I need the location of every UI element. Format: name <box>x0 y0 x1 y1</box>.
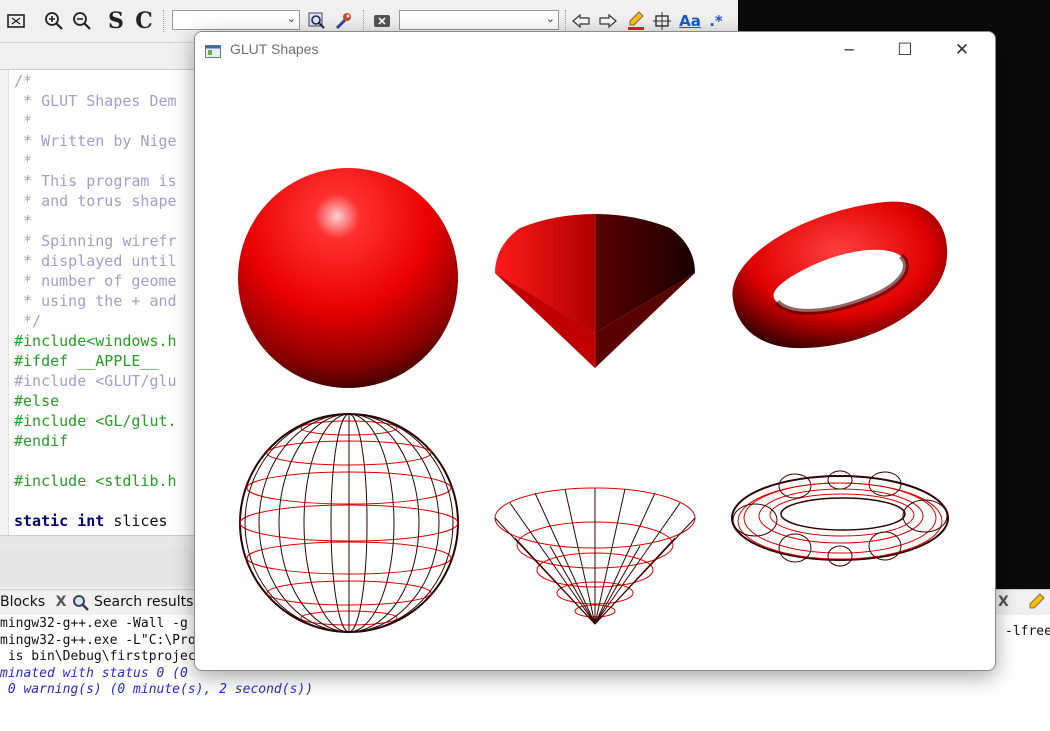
toolbar-separator <box>363 10 366 32</box>
pane-splitter[interactable] <box>0 549 195 587</box>
window-titlebar[interactable]: GLUT Shapes ─ ☐ ✕ <box>195 32 995 68</box>
code-line: #ifdef __APPLE__ <box>14 352 159 370</box>
highlight-pen-icon[interactable] <box>624 9 648 33</box>
log-line: 0 warning(s) (0 minute(s), 2 second(s)) <box>0 682 314 697</box>
log-line: mingw32-g++.exe -L"C:\Pro <box>0 632 196 648</box>
search-icon <box>72 594 92 612</box>
window-title: GLUT Shapes <box>230 41 319 57</box>
code-line: * number of geome <box>14 272 177 290</box>
s-button[interactable]: S <box>104 8 128 34</box>
chevron-down-icon: ⌄ <box>286 12 296 25</box>
solid-cone <box>495 214 695 368</box>
wire-torus <box>731 470 949 567</box>
log-line: is bin\Debug\firstprojec <box>0 649 196 664</box>
code-line: #else <box>14 392 60 410</box>
toolbar-separator <box>163 10 166 32</box>
log-line: mingw32-g++.exe -Wall -g <box>0 616 188 631</box>
wire-cone <box>494 487 696 625</box>
search-combo[interactable]: ⌄ <box>399 10 559 30</box>
code-line: #include <stdlib.h <box>14 472 177 490</box>
app-icon <box>205 43 221 58</box>
zoom-out-icon[interactable] <box>70 9 94 33</box>
minimize-button[interactable]: ─ <box>826 32 872 68</box>
code-line: #include <GL/glut. <box>14 412 177 430</box>
code-line: * and torus shape <box>14 192 177 210</box>
code-line: * <box>14 112 33 130</box>
tab-label: Blocks <box>0 594 46 610</box>
zoom-in-icon[interactable] <box>42 9 66 33</box>
wire-sphere <box>239 413 459 633</box>
gl-canvas[interactable] <box>195 68 995 670</box>
identifier: slices <box>104 512 168 530</box>
clear-icon[interactable] <box>370 9 394 33</box>
code-line: * <box>14 212 33 230</box>
maximize-button[interactable]: ☐ <box>882 32 928 68</box>
code-line: * GLUT Shapes Dem <box>14 92 177 110</box>
tab-search-results[interactable]: Search results <box>72 590 193 615</box>
code-line: static int slices <box>14 511 168 531</box>
regex-button[interactable]: .* <box>704 9 728 33</box>
scope-combo[interactable]: ⌄ <box>172 10 300 30</box>
arrow-right-icon[interactable] <box>596 9 620 33</box>
edit-pen-icon[interactable] <box>1028 593 1046 611</box>
glut-window[interactable]: GLUT Shapes ─ ☐ ✕ <box>194 31 996 671</box>
editor-gutter <box>0 70 9 535</box>
toolbar-separator <box>565 10 568 32</box>
editor-tab-strip <box>0 43 195 70</box>
code-line: #endif <box>14 432 69 450</box>
code-line: * <box>14 152 33 170</box>
keyword: static <box>14 512 69 530</box>
solid-sphere <box>238 168 458 388</box>
editor-horizontal-scrollbar[interactable] <box>0 535 195 550</box>
settings-wrench-icon[interactable] <box>332 9 356 33</box>
code-line: * Spinning wirefr <box>14 232 177 250</box>
close-button[interactable]: ✕ <box>939 32 985 68</box>
log-line: minated with status 0 (0 <box>0 665 188 681</box>
arrow-left-icon[interactable] <box>569 9 593 33</box>
c-button[interactable]: C <box>132 8 156 34</box>
code-line: #include <GLUT/glu <box>14 372 177 390</box>
keyword: int <box>77 512 105 530</box>
log-fragment: -lfree <box>1005 624 1050 639</box>
tab-label: Search results <box>94 594 194 610</box>
match-case-button[interactable]: Aa <box>678 9 702 33</box>
code-line: * This program is <box>14 172 177 190</box>
solid-torus <box>732 201 948 349</box>
tab-code-blocks[interactable]: Blocks X <box>0 590 66 615</box>
code-line: /* <box>14 72 33 90</box>
code-line: */ <box>14 312 42 330</box>
code-editor[interactable]: /* * GLUT Shapes Dem * * Written by Nige… <box>0 70 195 535</box>
code-line: * displayed until <box>14 252 177 270</box>
code-line: #include<windows.h <box>14 332 177 350</box>
chevron-down-icon: ⌄ <box>545 12 555 25</box>
code-line: * using the + and <box>14 292 177 310</box>
close-icon[interactable]: X <box>56 594 67 610</box>
find-icon[interactable] <box>305 9 329 33</box>
block-select-icon[interactable] <box>4 9 28 33</box>
code-line: * Written by Nige <box>14 132 177 150</box>
selection-icon[interactable] <box>650 9 674 33</box>
close-icon[interactable]: X <box>998 590 1009 615</box>
